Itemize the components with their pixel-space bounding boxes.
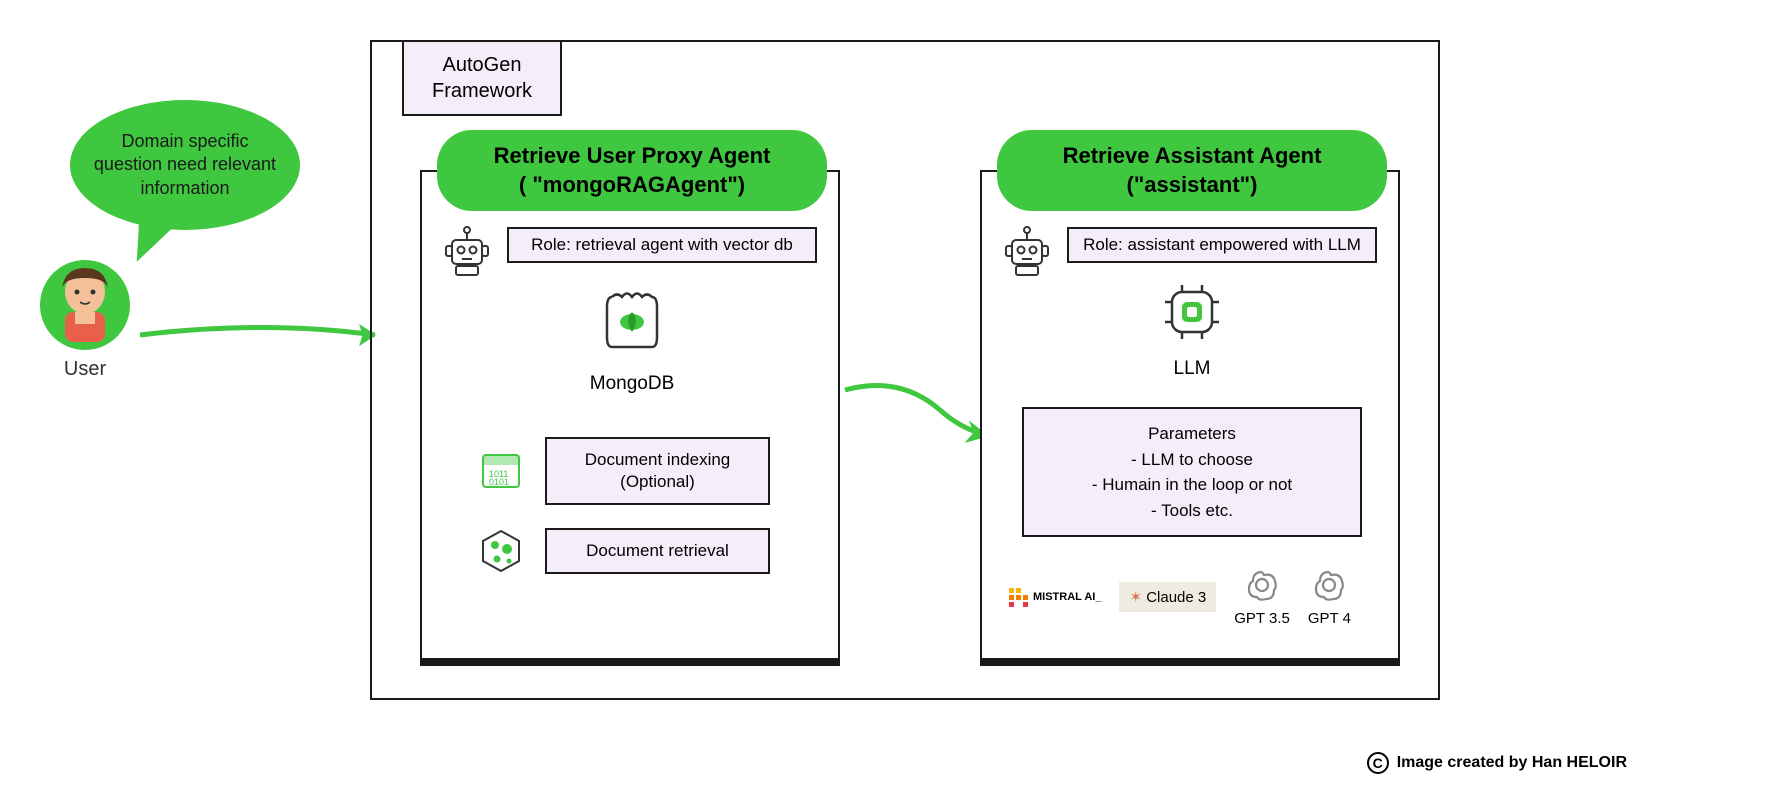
framework-label-text: AutoGen Framework bbox=[432, 54, 532, 102]
llm-label: LLM bbox=[1132, 358, 1252, 380]
assistant-title-2: ("assistant") bbox=[1017, 171, 1367, 200]
speech-text: Domain specific question need relevant i… bbox=[90, 130, 280, 200]
assistant-title-1: Retrieve Assistant Agent bbox=[1017, 142, 1367, 171]
robot-icon bbox=[1002, 222, 1052, 282]
user-section: User bbox=[40, 260, 130, 381]
assistant-agent-header: Retrieve Assistant Agent ("assistant") bbox=[997, 130, 1387, 211]
params-heading: Parameters bbox=[1036, 421, 1348, 447]
mongodb-icon bbox=[592, 282, 672, 362]
credit-text: Image created by Han HELOIR bbox=[1397, 754, 1627, 772]
logos-row: MISTRAL AI_ ✶ Claude 3 GPT 3.5 GPT 4 bbox=[1007, 567, 1351, 627]
proxy-title-1: Retrieve User Proxy Agent bbox=[457, 142, 807, 171]
gpt4-caption: GPT 4 bbox=[1308, 610, 1351, 627]
feature-retrieval-box: Document retrieval bbox=[545, 528, 770, 574]
params-line-3: - Tools etc. bbox=[1036, 498, 1348, 524]
robot-icon bbox=[442, 222, 492, 282]
openai-icon bbox=[1311, 567, 1347, 603]
openai-icon bbox=[1244, 567, 1280, 603]
mistral-text: MISTRAL AI_ bbox=[1033, 592, 1101, 603]
llm-section: LLM bbox=[1132, 277, 1252, 380]
mistral-logo: MISTRAL AI_ bbox=[1007, 586, 1101, 608]
retrieval-icon bbox=[477, 527, 525, 575]
indexing-icon: 1011 0101 bbox=[477, 447, 525, 495]
assistant-agent-box: Retrieve Assistant Agent ("assistant") R… bbox=[980, 170, 1400, 660]
chip-icon bbox=[1157, 277, 1227, 347]
claude-text: Claude 3 bbox=[1146, 589, 1206, 606]
gpt35-caption: GPT 3.5 bbox=[1234, 610, 1290, 627]
svg-text:0101: 0101 bbox=[489, 477, 509, 487]
mistral-icon bbox=[1007, 586, 1029, 608]
proxy-agent-header: Retrieve User Proxy Agent ( "mongoRAGAge… bbox=[437, 130, 827, 211]
proxy-title-2: ( "mongoRAGAgent") bbox=[457, 171, 807, 200]
mongodb-section: MongoDB bbox=[552, 282, 712, 395]
user-label: User bbox=[40, 358, 130, 381]
feature-retrieval-row: Document retrieval bbox=[477, 527, 770, 575]
claude-logo: ✶ Claude 3 bbox=[1119, 582, 1216, 612]
mongodb-label: MongoDB bbox=[552, 373, 712, 395]
feature-indexing-row: 1011 0101 Document indexing (Optional) bbox=[477, 437, 770, 505]
user-avatar-icon bbox=[40, 260, 130, 350]
credit-line: C Image created by Han HELOIR bbox=[1367, 752, 1627, 774]
feature-indexing-box: Document indexing (Optional) bbox=[545, 437, 770, 505]
framework-label: AutoGen Framework bbox=[402, 40, 562, 116]
proxy-role-box: Role: retrieval agent with vector db bbox=[507, 227, 817, 263]
gpt35-logo: GPT 3.5 bbox=[1234, 567, 1290, 627]
params-line-2: - Humain in the loop or not bbox=[1036, 472, 1348, 498]
arrow-user-to-framework bbox=[135, 310, 395, 360]
assistant-role-box: Role: assistant empowered with LLM bbox=[1067, 227, 1377, 263]
speech-bubble: Domain specific question need relevant i… bbox=[70, 100, 300, 230]
proxy-agent-box: Retrieve User Proxy Agent ( "mongoRAGAge… bbox=[420, 170, 840, 660]
params-box: Parameters - LLM to choose - Humain in t… bbox=[1022, 407, 1362, 537]
arrow-proxy-to-assistant bbox=[840, 370, 1000, 460]
gpt4-logo: GPT 4 bbox=[1308, 567, 1351, 627]
copyright-icon: C bbox=[1367, 752, 1389, 774]
params-line-1: - LLM to choose bbox=[1036, 447, 1348, 473]
